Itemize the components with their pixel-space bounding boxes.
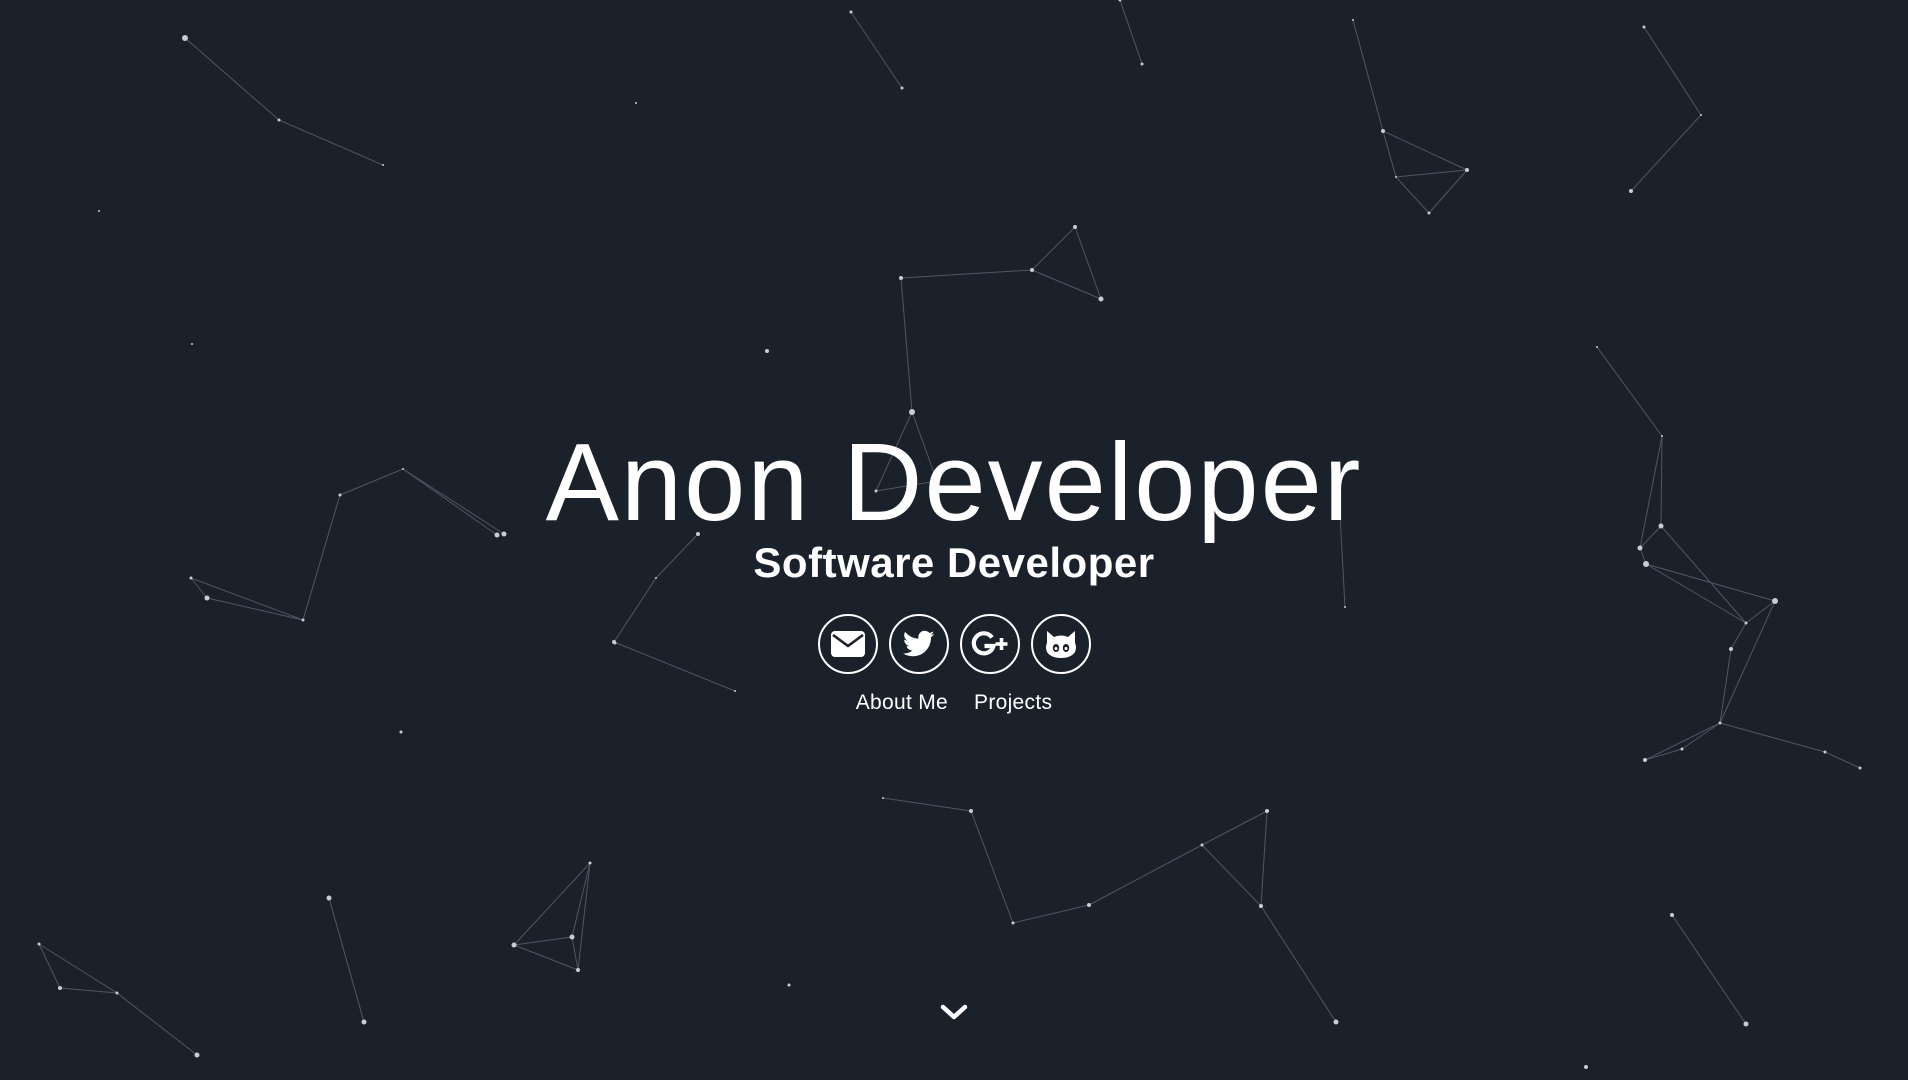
scroll-down-button[interactable] — [939, 1000, 969, 1024]
google-plus-link[interactable] — [959, 614, 1020, 674]
email-link[interactable] — [817, 614, 878, 674]
hero-nav: About Me Projects — [0, 690, 1908, 716]
chevron-down-icon — [940, 1004, 968, 1020]
twitter-link[interactable] — [888, 614, 949, 674]
envelope-icon — [830, 631, 865, 657]
about-me-link[interactable]: About Me — [856, 690, 948, 716]
hero-content: Anon Developer Software Developer About … — [0, 0, 1908, 1080]
social-links — [0, 614, 1908, 674]
hero-section: Anon Developer Software Developer About … — [0, 0, 1908, 1080]
google-plus-icon — [971, 631, 1007, 656]
github-icon — [1045, 631, 1076, 658]
twitter-icon — [902, 630, 934, 657]
profile-role: Software Developer — [753, 539, 1155, 586]
profile-name: Anon Developer — [545, 421, 1363, 544]
projects-link[interactable]: Projects — [974, 690, 1052, 716]
github-link[interactable] — [1030, 614, 1091, 674]
